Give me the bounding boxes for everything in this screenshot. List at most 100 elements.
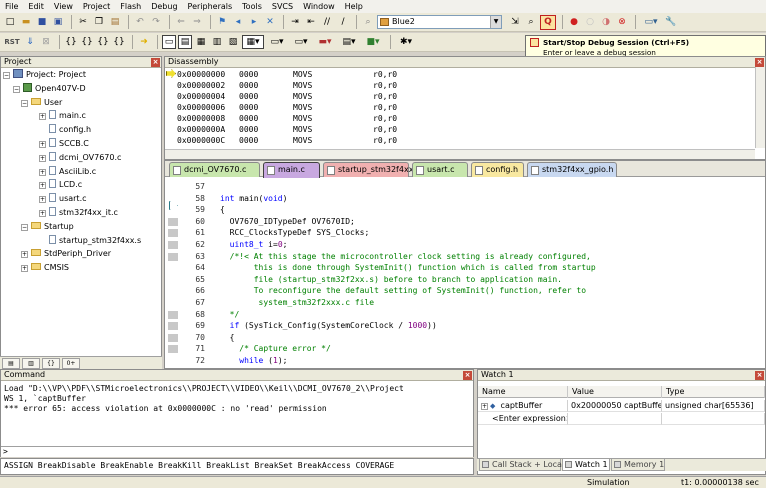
expand-icon[interactable]: + xyxy=(39,113,46,121)
symbols-window-icon[interactable]: ▦ xyxy=(194,35,208,49)
tree-item[interactable]: + main.c xyxy=(39,109,86,122)
code-line[interactable]: { xyxy=(220,204,225,216)
expand-icon[interactable]: + xyxy=(481,403,488,410)
code-line[interactable]: file (startup_stm32f2xx.s) before to bra… xyxy=(220,274,562,286)
save-all-icon[interactable]: ▣ xyxy=(51,15,65,29)
cut-icon[interactable]: ✂ xyxy=(76,15,90,29)
tree-item[interactable]: − User xyxy=(21,96,62,109)
menu-window[interactable]: Window xyxy=(298,0,340,13)
code-line[interactable]: /*!< At this stage the microcontroller c… xyxy=(220,251,591,263)
toolbox-icon[interactable]: ✱▾ xyxy=(395,35,417,49)
run-to-cursor-icon[interactable]: {} xyxy=(112,35,126,49)
editor-tab[interactable]: usart.c xyxy=(412,162,468,177)
comment-icon[interactable]: // xyxy=(320,15,334,29)
menu-tools[interactable]: Tools xyxy=(237,0,267,13)
tree-item[interactable]: + AsciiLib.c xyxy=(39,165,96,178)
step-out-icon[interactable]: {} xyxy=(96,35,110,49)
close-icon[interactable]: × xyxy=(463,371,472,380)
serial-window-icon[interactable]: ▭▾ xyxy=(290,35,312,49)
nav-forward-icon[interactable]: ⇒ xyxy=(190,15,204,29)
editor-tab[interactable]: stm32f4xx_gpio.h xyxy=(527,162,617,177)
code-line[interactable]: while (1); xyxy=(220,355,287,367)
tree-item[interactable]: + dcmi_OV7670.c xyxy=(39,151,121,164)
expand-icon[interactable]: + xyxy=(39,196,46,204)
watch-header-type[interactable]: Type xyxy=(662,386,765,398)
disable-all-breakpoints-icon[interactable]: ◑ xyxy=(599,15,613,29)
watch-header-name[interactable]: Name xyxy=(478,386,568,398)
menu-help[interactable]: Help xyxy=(340,0,368,13)
project-tab-icon[interactable]: ▤ xyxy=(2,358,20,369)
code-line[interactable]: if (SysTick_Config(SystemCoreClock / 100… xyxy=(220,320,437,332)
redo-icon[interactable]: ↷ xyxy=(149,15,163,29)
code-line[interactable]: */ xyxy=(220,309,240,321)
editor-tab[interactable]: startup_stm32f4xx.s xyxy=(323,162,420,177)
disassembly-window-icon[interactable]: ▤ xyxy=(178,35,192,49)
tree-item[interactable]: + LCD.c xyxy=(39,178,82,191)
paste-icon[interactable]: ▤ xyxy=(108,15,122,29)
code-line[interactable]: int main(void) xyxy=(220,193,287,205)
menu-peripherals[interactable]: Peripherals xyxy=(183,0,238,13)
call-stack-window-icon[interactable]: ▧ xyxy=(226,35,240,49)
collapse-icon[interactable]: − xyxy=(21,99,28,107)
menu-svcs[interactable]: SVCS xyxy=(267,0,298,13)
code-line[interactable]: OV7670_IDTypeDef OV7670ID; xyxy=(220,216,355,228)
watch-row[interactable]: <Enter expression> xyxy=(478,413,765,425)
stop-icon[interactable]: ⊠ xyxy=(39,35,53,49)
step-into-icon[interactable]: {} xyxy=(64,35,78,49)
step-over-icon[interactable]: {} xyxy=(80,35,94,49)
prev-bookmark-icon[interactable]: ◂ xyxy=(231,15,245,29)
unindent-icon[interactable]: ⇤ xyxy=(304,15,318,29)
editor-tab[interactable]: config.h xyxy=(471,162,524,177)
find-icon[interactable]: ⇲ xyxy=(508,15,522,29)
disassembly-vertical-scrollbar[interactable] xyxy=(755,67,765,148)
bookmark-icon[interactable]: ⚑ xyxy=(215,15,229,29)
target-select[interactable]: Blue2 ▼ xyxy=(377,15,502,29)
expand-icon[interactable]: + xyxy=(21,251,28,259)
menu-project[interactable]: Project xyxy=(78,0,115,13)
collapse-icon[interactable]: − xyxy=(13,85,20,93)
code-line[interactable]: To reconfigure the default setting of Sy… xyxy=(220,285,586,297)
nav-back-icon[interactable]: ⇐ xyxy=(174,15,188,29)
kill-all-breakpoints-icon[interactable]: ⊗ xyxy=(615,15,629,29)
tree-item[interactable]: + usart.c xyxy=(39,192,87,205)
uncomment-icon[interactable]: / xyxy=(336,15,350,29)
tab-watch-1[interactable]: Watch 1 xyxy=(562,459,610,471)
tree-item[interactable]: + CMSIS xyxy=(21,261,69,274)
open-folder-icon[interactable]: ▬ xyxy=(19,15,33,29)
expand-icon[interactable]: + xyxy=(39,154,46,162)
command-input[interactable]: > xyxy=(1,446,473,457)
memory-window-icon[interactable]: ▭▾ xyxy=(266,35,288,49)
reset-button[interactable]: RST xyxy=(3,35,21,49)
system-viewer-icon[interactable]: ■▾ xyxy=(362,35,384,49)
close-icon[interactable]: × xyxy=(151,58,160,67)
next-bookmark-icon[interactable]: ▸ xyxy=(247,15,261,29)
new-file-icon[interactable]: □ xyxy=(3,15,17,29)
tree-item[interactable]: − Open407V-D xyxy=(13,82,86,95)
run-icon[interactable]: ⇓ xyxy=(23,35,37,49)
indent-icon[interactable]: ⇥ xyxy=(288,15,302,29)
code-line[interactable]: uint8_t i=0; xyxy=(220,239,288,251)
undo-icon[interactable]: ↶ xyxy=(133,15,147,29)
tree-item[interactable]: + stm32f4xx_it.c xyxy=(39,206,118,219)
menu-file[interactable]: File xyxy=(0,0,23,13)
watch-header-value[interactable]: Value xyxy=(568,386,662,398)
chevron-down-icon[interactable]: ▼ xyxy=(490,16,501,28)
tree-item[interactable]: − Startup xyxy=(21,220,74,233)
editor-tab[interactable]: main.c xyxy=(263,162,320,178)
copy-icon[interactable]: ❐ xyxy=(92,15,106,29)
watch-window-icon[interactable]: ▦▾ xyxy=(242,35,264,49)
expand-icon[interactable]: + xyxy=(39,168,46,176)
code-line[interactable]: system_stm32f2xxx.c file xyxy=(220,297,375,309)
tab-memory-1[interactable]: Memory 1 xyxy=(611,459,665,471)
editor-tab[interactable]: dcmi_OV7670.c xyxy=(169,162,260,177)
functions-tab-icon[interactable]: {} xyxy=(42,358,60,369)
trace-window-icon[interactable]: ▤▾ xyxy=(338,35,360,49)
tree-item[interactable]: startup_stm32f4xx.s xyxy=(39,234,141,247)
books-tab-icon[interactable]: ▥ xyxy=(22,358,40,369)
watch-enter-expression[interactable]: <Enter expression> xyxy=(478,413,568,425)
incremental-find-icon[interactable]: ⌕ xyxy=(524,15,538,29)
code-line[interactable]: this is done through SystemInit() functi… xyxy=(220,262,596,274)
expand-icon[interactable]: + xyxy=(39,141,46,148)
disable-breakpoint-icon[interactable]: ○ xyxy=(583,15,597,29)
menu-flash[interactable]: Flash xyxy=(115,0,146,13)
